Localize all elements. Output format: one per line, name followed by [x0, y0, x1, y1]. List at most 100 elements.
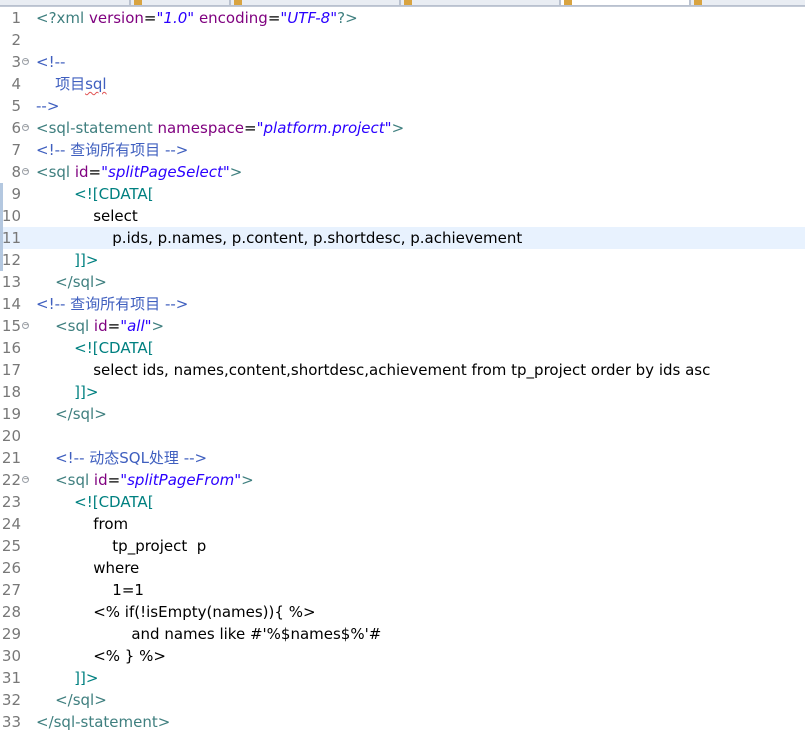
fold-toggle-icon[interactable]: − — [22, 58, 29, 65]
line-number: 30 — [1, 647, 21, 665]
code-line[interactable]: 11 p.ids, p.names, p.content, p.shortdes… — [0, 227, 805, 249]
code-line[interactable]: 1 <?xml version="1.0" encoding="UTF-8"?> — [0, 7, 805, 29]
fold-toggle-icon[interactable]: − — [22, 168, 29, 175]
code-editor[interactable]: 1 <?xml version="1.0" encoding="UTF-8"?> 2… — [0, 7, 805, 731]
line-number: 8 — [11, 163, 21, 181]
code-token: <!-- 查询所有项目 --> — [36, 295, 189, 313]
code-text: tp_project p — [36, 535, 206, 557]
code-line[interactable]: 10 select — [0, 205, 805, 227]
code-line[interactable]: 25 tp_project p — [0, 535, 805, 557]
code-text: <!-- 查询所有项目 --> — [36, 293, 188, 315]
code-line[interactable]: 15− <sql id="all"> — [0, 315, 805, 337]
file-icon — [404, 0, 412, 5]
code-text: ]]> — [36, 667, 98, 689]
code-line[interactable]: 22− <sql id="splitPageFrom"> — [0, 469, 805, 491]
editor-tab[interactable] — [690, 0, 805, 6]
code-line[interactable]: 28 <% if(!isEmpty(names)){ %> — [0, 601, 805, 623]
code-line[interactable]: 31 ]]> — [0, 667, 805, 689]
file-icon — [694, 0, 702, 5]
code-line[interactable]: 9 <![CDATA[ — [0, 183, 805, 205]
code-token: 项目 — [36, 75, 86, 93]
code-text: </sql> — [36, 271, 107, 293]
fold-toggle-icon[interactable]: − — [22, 476, 29, 483]
code-line[interactable]: 16 <![CDATA[ — [0, 337, 805, 359]
code-text: <![CDATA[ — [36, 337, 154, 359]
editor-tab[interactable] — [0, 0, 130, 6]
code-line[interactable]: 13 </sql> — [0, 271, 805, 293]
code-token: <sql — [36, 317, 94, 335]
code-token: id — [74, 163, 89, 181]
code-token: ]]> — [36, 251, 99, 269]
code-text: <!-- 动态SQL处理 --> — [36, 447, 207, 469]
code-token: <sql — [36, 471, 94, 489]
code-line[interactable]: 20 — [0, 425, 805, 447]
line-number: 11 — [1, 229, 21, 247]
code-token: namespace — [157, 119, 245, 137]
code-line[interactable]: 8− <sql id="splitPageSelect"> — [0, 161, 805, 183]
code-line[interactable]: 5 --> — [0, 95, 805, 117]
code-token: <!-- — [36, 53, 66, 71]
code-text: ]]> — [36, 381, 98, 403]
line-number: 12 — [1, 251, 21, 269]
code-token: encoding — [198, 9, 268, 27]
code-line[interactable]: 27 1=1 — [0, 579, 805, 601]
code-token: ]]> — [36, 669, 99, 687]
line-number: 3 — [11, 53, 21, 71]
file-icon — [564, 0, 572, 5]
code-line[interactable]: 19 </sql> — [0, 403, 805, 425]
editor-tab-active[interactable] — [560, 0, 690, 6]
code-line[interactable]: 21 <!-- 动态SQL处理 --> — [0, 447, 805, 469]
line-number: 23 — [1, 493, 21, 511]
code-token: where — [36, 559, 140, 577]
line-number: 7 — [11, 141, 21, 159]
code-text: p.ids, p.names, p.content, p.shortdesc, … — [36, 227, 522, 249]
line-number: 2 — [11, 31, 21, 49]
code-token: version — [88, 9, 144, 27]
code-token: <% } %> — [36, 647, 166, 665]
editor-tab-bar — [0, 0, 805, 7]
code-token: > — [229, 163, 243, 181]
line-number: 4 — [11, 75, 21, 93]
fold-toggle-icon[interactable]: − — [22, 124, 29, 131]
code-token: = — [244, 119, 257, 137]
code-line[interactable]: 32 </sql> — [0, 689, 805, 711]
code-token: <![CDATA[ — [36, 339, 154, 357]
line-number: 17 — [1, 361, 21, 379]
code-token: = — [107, 317, 121, 335]
editor-tab[interactable] — [130, 0, 230, 6]
code-token: from — [36, 515, 129, 533]
code-line[interactable]: 12 ]]> — [0, 249, 805, 271]
code-line[interactable]: 7 <!-- 查询所有项目 --> — [0, 139, 805, 161]
code-text: from — [36, 513, 128, 535]
code-text: <sql id="splitPageFrom"> — [36, 469, 254, 491]
code-line[interactable]: 17 select ids, names,content,shortdesc,a… — [0, 359, 805, 381]
code-text: 项目sql — [36, 73, 107, 95]
code-token: ?> — [337, 9, 358, 27]
code-token: <sql-statement — [36, 119, 158, 137]
editor-tab[interactable] — [230, 0, 400, 6]
code-line[interactable]: 24 from — [0, 513, 805, 535]
code-text: select — [36, 205, 138, 227]
code-line[interactable]: 29 and names like #'%$names$%'# — [0, 623, 805, 645]
code-token: id — [93, 471, 108, 489]
code-line[interactable]: 23 <![CDATA[ — [0, 491, 805, 513]
code-text: <![CDATA[ — [36, 183, 153, 205]
code-text: </sql> — [36, 403, 107, 425]
code-line[interactable]: 30 <% } %> — [0, 645, 805, 667]
code-text: <sql id="all"> — [36, 315, 164, 337]
code-line[interactable]: 3− <!-- — [0, 51, 805, 73]
fold-toggle-icon[interactable]: − — [22, 322, 29, 329]
code-line[interactable]: 6− <sql-statement namespace="platform.pro… — [0, 117, 805, 139]
code-line[interactable]: 18 ]]> — [0, 381, 805, 403]
code-line[interactable]: 2 — [0, 29, 805, 51]
code-line[interactable]: 14 <!-- 查询所有项目 --> — [0, 293, 805, 315]
editor-tab[interactable] — [400, 0, 560, 6]
code-line[interactable]: 26 where — [0, 557, 805, 579]
code-token: "splitPageSelect" — [101, 163, 230, 181]
line-number: 25 — [1, 537, 21, 555]
code-token: <sql — [36, 163, 75, 181]
code-token: and names like #'%$names$%'# — [36, 625, 382, 643]
code-token: "all" — [120, 317, 152, 335]
code-line[interactable]: 4 项目sql — [0, 73, 805, 95]
line-number: 27 — [1, 581, 21, 599]
